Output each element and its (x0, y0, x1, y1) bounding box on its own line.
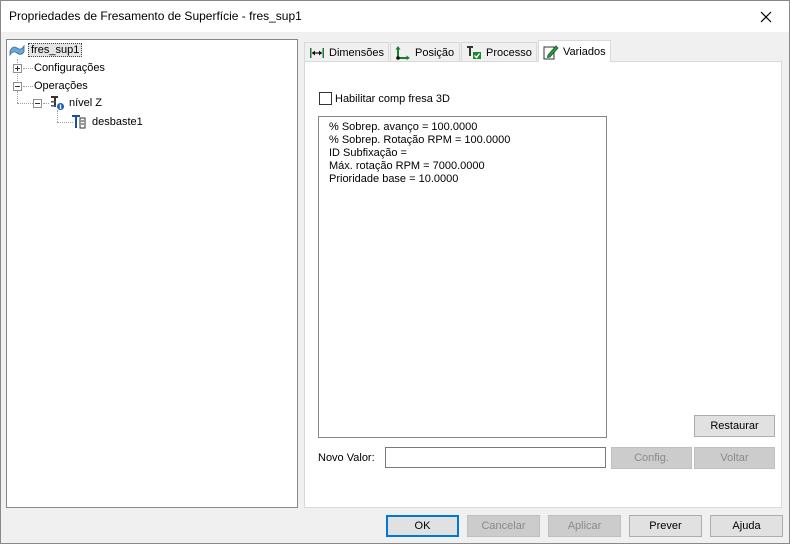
parameters-listbox[interactable]: % Sobrep. avanço = 100.0000 % Sobrep. Ro… (318, 116, 607, 438)
tree-connector (17, 103, 33, 104)
novo-valor-input[interactable] (385, 447, 606, 468)
collapse-nivel-z-icon[interactable] (33, 99, 42, 108)
dimension-icon (310, 47, 324, 58)
list-item[interactable]: % Sobrep. avanço = 100.0000 (329, 121, 606, 134)
tree-item-nivel-z[interactable]: nível Z (49, 95, 104, 111)
tab-posicao[interactable]: Posição (390, 42, 460, 62)
ok-button[interactable]: OK (386, 515, 459, 537)
tab-processo-label: Processo (486, 46, 532, 59)
novo-valor-label: Novo Valor: (318, 452, 375, 464)
list-item[interactable]: % Sobrep. Rotação RPM = 100.0000 (329, 134, 606, 147)
collapse-operacoes-icon[interactable] (13, 82, 22, 91)
tree-connector (57, 110, 58, 122)
tree-item-operacoes[interactable]: Operações (32, 78, 90, 94)
tab-variados-label: Variados (563, 45, 606, 58)
tab-posicao-label: Posição (415, 46, 455, 59)
title-bar: Propriedades de Fresamento de Superfície… (1, 1, 789, 32)
tree-item-root[interactable]: fres_sup1 (9, 42, 83, 58)
voltar-button[interactable]: Voltar (694, 447, 775, 469)
restaurar-button[interactable]: Restaurar (694, 415, 775, 437)
list-item[interactable]: ID Subfixação = (329, 147, 606, 160)
tool-icon (72, 115, 86, 129)
tree-connector (17, 91, 18, 103)
operations-tree[interactable]: fres_sup1 Configurações Operações nível … (6, 39, 298, 508)
tree-desbaste1-label: desbaste1 (92, 116, 143, 128)
list-item[interactable]: Prioridade base = 10.0000 (329, 173, 606, 186)
tree-operacoes-label: Operações (34, 80, 88, 92)
tab-dimensoes[interactable]: Dimensões (304, 42, 389, 62)
tree-configuracoes-label: Configurações (34, 62, 105, 74)
ajuda-button[interactable]: Ajuda (710, 515, 783, 537)
level-z-icon (51, 96, 64, 110)
tree-nivel-z-label: nível Z (69, 97, 103, 109)
window-title: Propriedades de Fresamento de Superfície… (9, 9, 302, 23)
close-icon (760, 11, 772, 22)
close-button[interactable] (743, 1, 789, 32)
surface-icon (9, 44, 25, 57)
tab-processo[interactable]: Processo (461, 42, 537, 62)
config-button[interactable]: Config. (611, 447, 692, 469)
prever-button[interactable]: Prever (629, 515, 702, 537)
expand-configuracoes-icon[interactable] (13, 64, 22, 73)
cancelar-button[interactable]: Cancelar (467, 515, 540, 537)
aplicar-button[interactable]: Aplicar (548, 515, 621, 537)
dialog-window: Propriedades de Fresamento de Superfície… (0, 0, 790, 544)
habilitar-comp-fresa-label: Habilitar comp fresa 3D (335, 92, 450, 105)
habilitar-comp-fresa-checkbox-row[interactable]: Habilitar comp fresa 3D (319, 92, 450, 105)
tab-panel-variados: Habilitar comp fresa 3D % Sobrep. avanço… (304, 61, 782, 508)
position-icon (395, 46, 410, 60)
tree-root-label: fres_sup1 (28, 43, 83, 57)
list-item[interactable]: Máx. rotação RPM = 7000.0000 (329, 160, 606, 173)
edit-icon (543, 44, 559, 59)
tab-variados[interactable]: Variados (538, 40, 611, 62)
tab-dimensoes-label: Dimensões (329, 46, 385, 59)
tree-item-desbaste1[interactable]: desbaste1 (71, 114, 145, 130)
process-icon (467, 46, 481, 59)
tree-item-configuracoes[interactable]: Configurações (32, 60, 107, 76)
habilitar-comp-fresa-checkbox[interactable] (319, 92, 332, 105)
